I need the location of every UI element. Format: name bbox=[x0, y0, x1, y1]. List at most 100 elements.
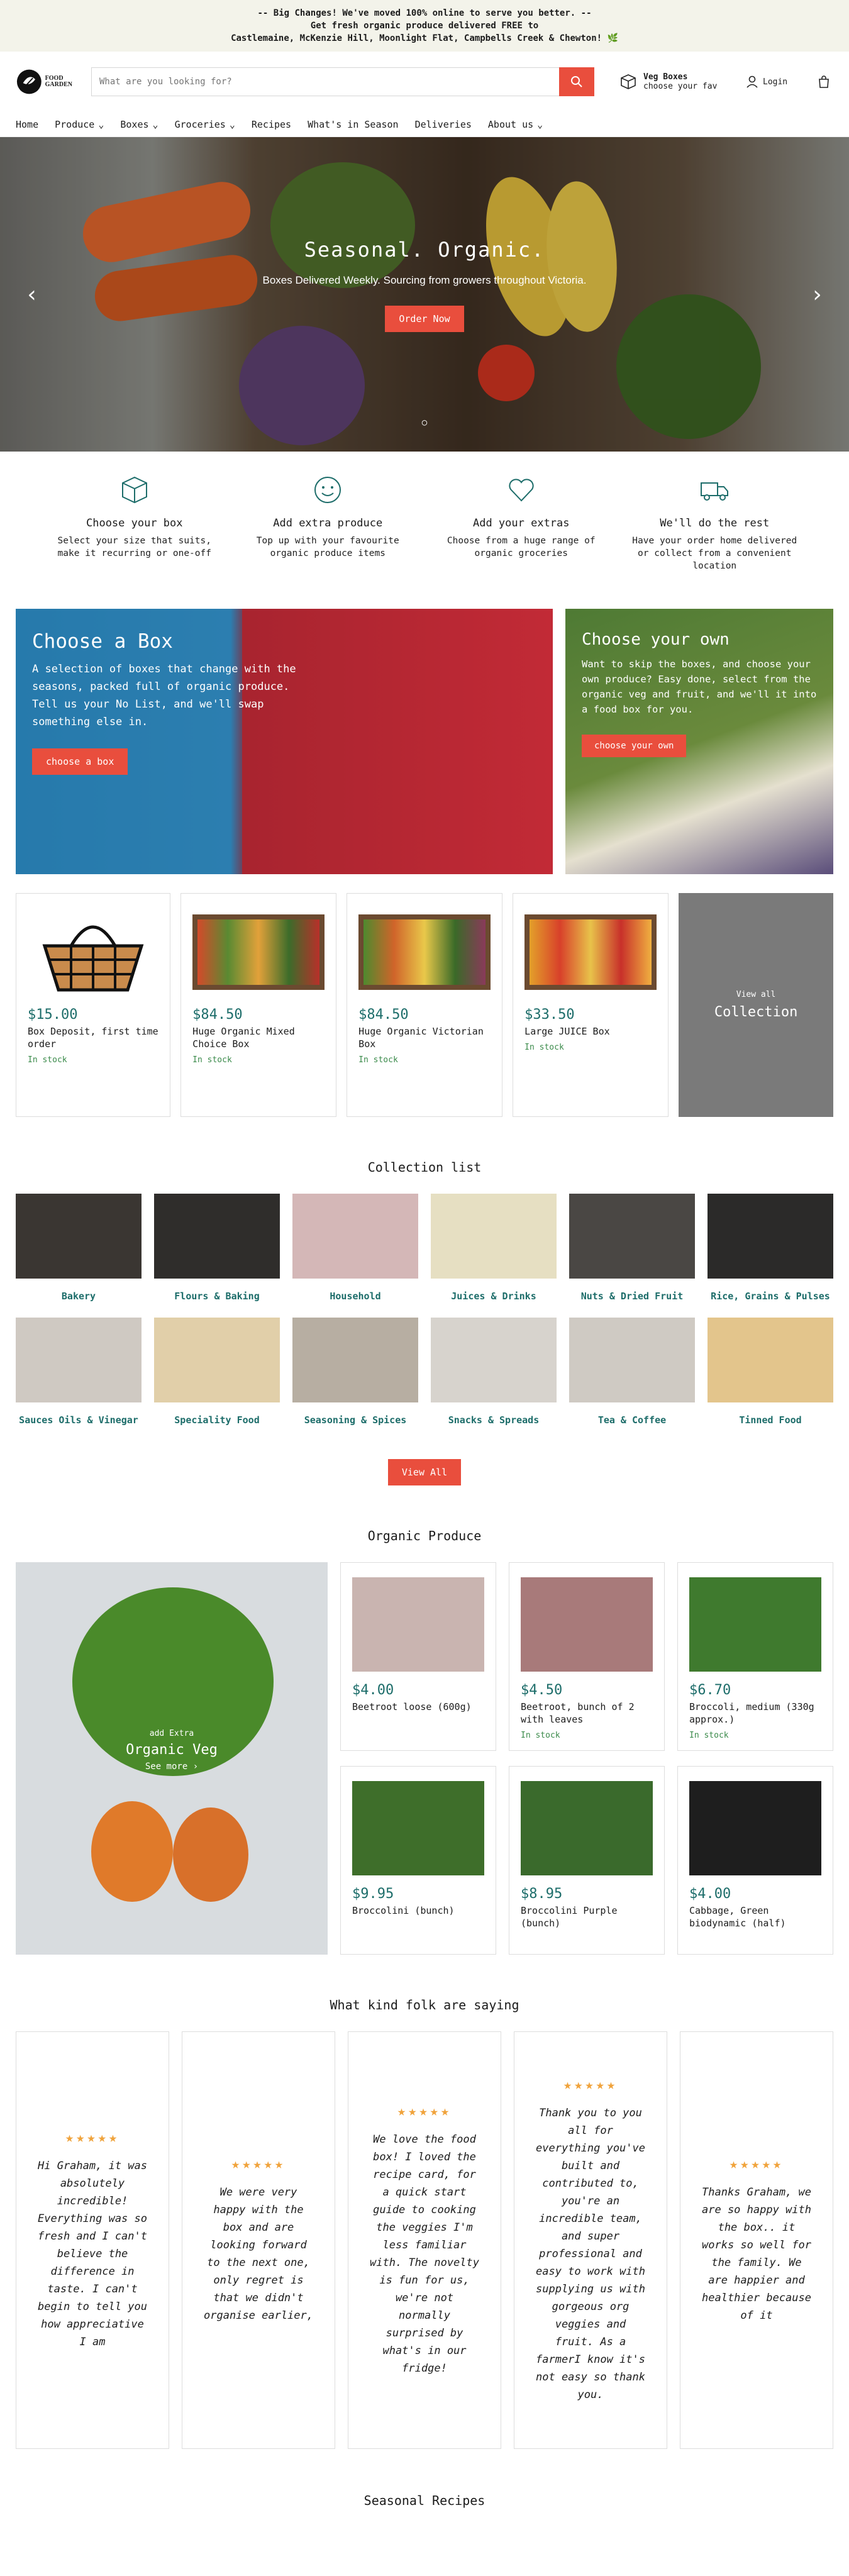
organic-veg-feature[interactable]: add Extra Organic Veg See more › bbox=[16, 1562, 328, 1955]
truck-icon bbox=[701, 482, 729, 501]
product-card[interactable]: $4.50 Beetroot, bunch of 2 with leaves In … bbox=[509, 1562, 665, 1751]
promo-banners: Choose a Box A selection of boxes that c… bbox=[0, 609, 849, 874]
collection-item[interactable]: Flours & Baking bbox=[154, 1194, 280, 1302]
logo[interactable]: FOOD GARDEN bbox=[16, 66, 72, 97]
product-card[interactable]: $8.95 Broccolini Purple (bunch) bbox=[509, 1766, 665, 1955]
collection-small-label: View all bbox=[736, 990, 776, 999]
basket-icon bbox=[42, 925, 144, 992]
star-rating-icon: ★★★★★ bbox=[729, 2156, 784, 2172]
product-card[interactable]: $6.70 Broccoli, medium (330g approx.) In s… bbox=[677, 1562, 833, 1751]
cart-button[interactable] bbox=[814, 75, 833, 89]
choose-your-own-banner[interactable]: Choose your own Want to skip the boxes, … bbox=[565, 609, 833, 874]
collection-item[interactable]: Rice, Grains & Pulses bbox=[708, 1194, 833, 1302]
hero-subtitle: Boxes Delivered Weekly. Sourcing from gr… bbox=[262, 274, 587, 286]
collection-item[interactable]: Snacks & Spreads bbox=[431, 1318, 557, 1426]
review-card: ★★★★★ We were very happy with the box and… bbox=[182, 2031, 335, 2449]
product-card[interactable]: $9.95 Broccolini (bunch) bbox=[340, 1766, 496, 1955]
choose-a-box-banner[interactable]: Choose a Box A selection of boxes that c… bbox=[16, 609, 553, 874]
stock-status: In stock bbox=[192, 1055, 232, 1065]
collection-item[interactable]: Tea & Coffee bbox=[569, 1318, 695, 1426]
product-card[interactable]: $33.50 Large JUICE Box In stock bbox=[513, 893, 669, 1117]
feature-big-label: Organic Veg bbox=[126, 1742, 218, 1758]
nav-item-home[interactable]: Home bbox=[16, 119, 38, 130]
search-bar bbox=[91, 67, 594, 96]
collection-item[interactable]: Seasoning & Spices bbox=[292, 1318, 418, 1426]
slide-dots[interactable]: ○ bbox=[0, 418, 849, 428]
login-link[interactable]: Login bbox=[745, 75, 802, 89]
feature-item: Add your extras Choose from a huge range… bbox=[436, 474, 606, 577]
product-image bbox=[524, 905, 657, 999]
review-card: ★★★★★ Thank you to you all for everything… bbox=[514, 2031, 667, 2449]
review-card: ★★★★★ Hi Graham, it was absolutely incred… bbox=[16, 2031, 169, 2449]
collection-item[interactable]: Household bbox=[292, 1194, 418, 1302]
box-icon bbox=[121, 476, 147, 504]
nav-item-about[interactable]: About us ⌄ bbox=[488, 119, 543, 130]
product-price: $15.00 bbox=[28, 1007, 78, 1023]
review-text: Thank you to you all for everything you'… bbox=[536, 2106, 645, 2401]
hero-slideshow: ‹ › Seasonal. Organic. Boxes Delivered W… bbox=[0, 137, 849, 452]
collection-item[interactable]: Tinned Food bbox=[708, 1318, 833, 1426]
review-text: We were very happy with the box and are … bbox=[204, 2185, 313, 2322]
collection-label: Juices & Drinks bbox=[451, 1291, 536, 1302]
product-card[interactable]: $84.50 Huge Organic Victorian Box In sto… bbox=[347, 893, 503, 1117]
nav-item-recipes[interactable]: Recipes bbox=[252, 119, 291, 130]
seasonal-recipes-title: Seasonal Recipes bbox=[363, 2493, 486, 2508]
collection-item[interactable]: Sauces Oils & Vinegar bbox=[16, 1318, 142, 1426]
see-more-link[interactable]: See more › bbox=[16, 1762, 328, 1772]
review-card: ★★★★★ We love the food box! I loved the r… bbox=[348, 2031, 501, 2449]
product-price: $9.95 bbox=[352, 1886, 394, 1902]
collection-image bbox=[16, 1318, 142, 1402]
product-image bbox=[352, 1574, 484, 1675]
veg-boxes-title: Veg Boxes bbox=[643, 72, 688, 82]
search-input[interactable] bbox=[91, 67, 559, 96]
collection-item[interactable]: Bakery bbox=[16, 1194, 142, 1302]
choose-a-box-button[interactable]: choose a box bbox=[32, 748, 128, 775]
review-text: Thanks Graham, we are so happy with the … bbox=[702, 2185, 811, 2322]
stock-status: In stock bbox=[358, 1055, 398, 1065]
star-rating-icon: ★★★★★ bbox=[65, 2129, 120, 2146]
product-name: Broccolini Purple (bunch) bbox=[521, 1905, 618, 1929]
nav-item-boxes[interactable]: Boxes ⌄ bbox=[120, 119, 158, 130]
chevron-down-icon: ⌄ bbox=[229, 118, 235, 130]
product-name: Broccoli, medium (330g approx.) bbox=[689, 1701, 814, 1725]
nav-item-groceries[interactable]: Groceries ⌄ bbox=[175, 119, 235, 130]
nav-item-deliveries[interactable]: Deliveries bbox=[415, 119, 472, 130]
organic-produce-section: add Extra Organic Veg See more › $4.00 Be… bbox=[0, 1562, 849, 1955]
collection-item[interactable]: Nuts & Dried Fruit bbox=[569, 1194, 695, 1302]
view-all-collection-card[interactable]: View all Collection bbox=[679, 893, 833, 1117]
product-card[interactable]: $4.00 Cabbage, Green biodynamic (half) bbox=[677, 1766, 833, 1955]
veg-boxes-link[interactable]: Veg Boxes choose your fav bbox=[619, 72, 733, 91]
order-now-button[interactable]: Order Now bbox=[385, 306, 464, 332]
review-text: Hi Graham, it was absolutely incredible!… bbox=[38, 2159, 147, 2348]
choose-your-own-button[interactable]: choose your own bbox=[582, 735, 687, 757]
product-price: $4.50 bbox=[521, 1682, 563, 1698]
product-image bbox=[521, 1574, 653, 1675]
product-card[interactable]: $4.00 Beetroot loose (600g) bbox=[340, 1562, 496, 1751]
collection-image bbox=[154, 1318, 280, 1402]
feature-text: Select your size that suits, make it rec… bbox=[57, 536, 211, 558]
collection-image bbox=[431, 1194, 557, 1279]
box-icon bbox=[621, 74, 636, 89]
product-price: $4.00 bbox=[352, 1682, 394, 1698]
product-card[interactable]: $84.50 Huge Organic Mixed Choice Box In … bbox=[180, 893, 337, 1117]
collection-item[interactable]: Juices & Drinks bbox=[431, 1194, 557, 1302]
nav-item-whats-in-season[interactable]: What's in Season bbox=[308, 119, 399, 130]
banner-text: Want to skip the boxes, and choose your … bbox=[582, 658, 817, 715]
banner-text: A selection of boxes that change with th… bbox=[32, 663, 296, 728]
view-all-button[interactable]: View All bbox=[387, 1459, 462, 1485]
nav-item-label: Groceries bbox=[174, 118, 226, 130]
collection-item[interactable]: Speciality Food bbox=[154, 1318, 280, 1426]
review-card: ★★★★★ Thanks Graham, we are so happy with… bbox=[680, 2031, 833, 2449]
product-image bbox=[689, 1574, 821, 1675]
star-rating-icon: ★★★★★ bbox=[231, 2156, 286, 2172]
product-image bbox=[689, 1778, 821, 1879]
review-text: We love the food box! I loved the recipe… bbox=[370, 2133, 479, 2375]
veg-boxes-sub: choose your fav bbox=[643, 82, 718, 91]
product-card[interactable]: $15.00 Box Deposit, first time order In … bbox=[16, 893, 171, 1117]
collection-label: Snacks & Spreads bbox=[448, 1414, 540, 1426]
feature-text: Top up with your favourite organic produ… bbox=[256, 536, 399, 558]
stock-status: In stock bbox=[521, 1731, 560, 1740]
nav-item-produce[interactable]: Produce ⌄ bbox=[55, 119, 104, 130]
collection-label: Speciality Food bbox=[174, 1414, 260, 1426]
search-button[interactable] bbox=[559, 67, 594, 96]
